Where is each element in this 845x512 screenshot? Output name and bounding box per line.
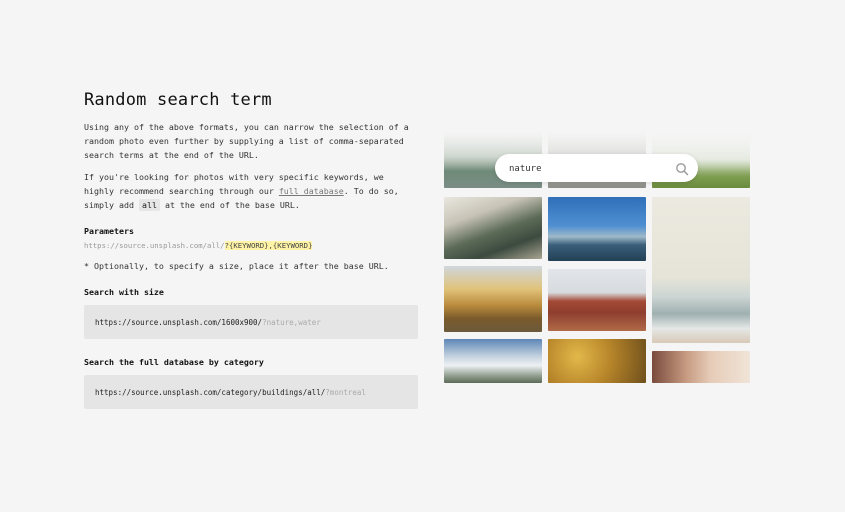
photo-bridge[interactable] bbox=[548, 197, 646, 261]
code-url-query: ?montreal bbox=[325, 387, 366, 397]
photo-search-bar bbox=[495, 154, 698, 182]
search-by-category-heading: Search the full database by category bbox=[84, 357, 264, 367]
photo-yellow-leaves[interactable] bbox=[548, 339, 646, 383]
parameters-heading: Parameters bbox=[84, 226, 134, 236]
search-icon[interactable] bbox=[675, 161, 689, 176]
search-with-size-code[interactable]: https://source.unsplash.com/1600x900/?na… bbox=[84, 305, 418, 339]
photo-people-sunset[interactable] bbox=[652, 351, 750, 383]
search-input[interactable] bbox=[507, 160, 671, 178]
full-database-link[interactable]: full database bbox=[279, 186, 344, 196]
inline-code-all: all bbox=[138, 199, 160, 211]
code-url-base: https://source.unsplash.com/category/bui… bbox=[95, 387, 326, 397]
code-url-base: https://source.unsplash.com/1600x900/ bbox=[95, 317, 263, 327]
keyword-placeholder: ?{KEYWORD},{KEYWORD} bbox=[224, 241, 313, 250]
photo-autumn-trees[interactable] bbox=[444, 266, 542, 332]
section-title: Random search term bbox=[84, 90, 272, 110]
search-with-size-heading: Search with size bbox=[84, 287, 164, 297]
intro-paragraph: Using any of the above formats, you can … bbox=[84, 122, 409, 160]
photo-ocean-waves[interactable] bbox=[652, 197, 750, 343]
database-paragraph-text: at the end of the base URL. bbox=[159, 200, 300, 210]
parameters-url: https://source.unsplash.com/all/?{KEYWOR… bbox=[84, 241, 418, 250]
photo-vineyard[interactable] bbox=[548, 269, 646, 331]
database-paragraph: If you're looking for photos with very s… bbox=[84, 170, 418, 212]
code-url-query: ?nature,water bbox=[262, 317, 321, 327]
search-by-category-code[interactable]: https://source.unsplash.com/category/bui… bbox=[84, 375, 418, 409]
size-note: * Optionally, to specify a size, place i… bbox=[84, 261, 389, 271]
photo-cloudy-sky[interactable] bbox=[444, 339, 542, 383]
photo-coastal-road[interactable] bbox=[444, 197, 542, 259]
docs-section: Random search term Using any of the abov… bbox=[84, 90, 418, 409]
parameters-base-url: https://source.unsplash.com/all/ bbox=[84, 241, 225, 250]
